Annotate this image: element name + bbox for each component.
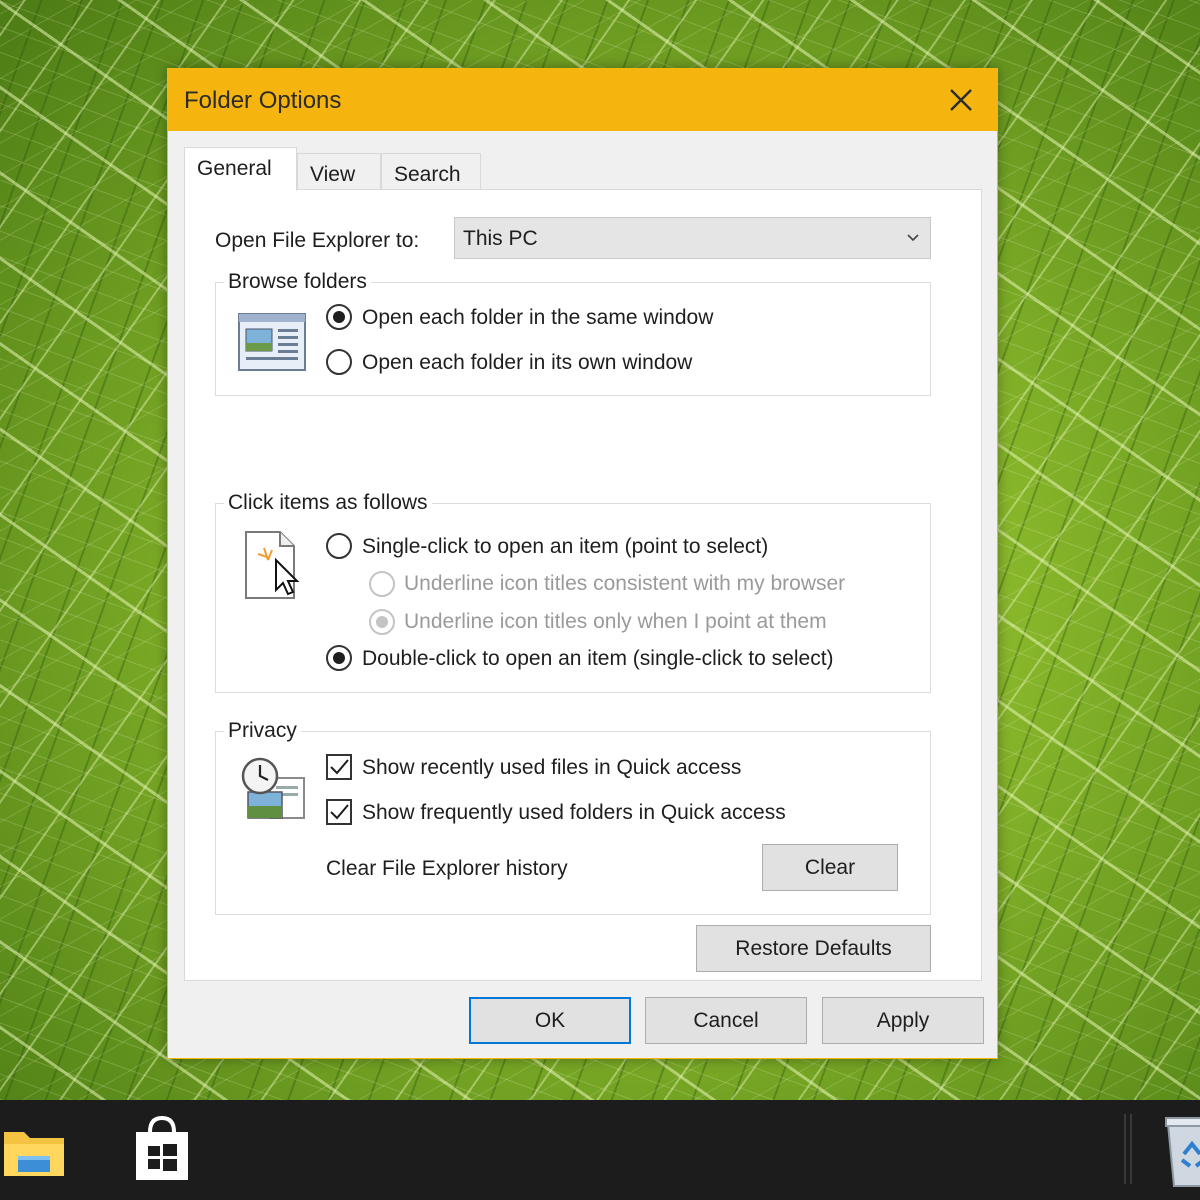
radio-underline-point[interactable] (369, 609, 395, 635)
privacy-clock-icon (241, 757, 305, 819)
dialog-title: Folder Options (184, 87, 342, 114)
restore-defaults-button[interactable]: Restore Defaults (696, 925, 931, 972)
store-icon (136, 1115, 188, 1180)
recycle-bin-icon (1165, 1117, 1200, 1187)
frequent-folders-label: Show frequently used folders in Quick ac… (362, 801, 786, 824)
tab-general[interactable]: General (184, 147, 297, 191)
file-explorer-taskbar-button[interactable] (0, 1114, 72, 1186)
checkbox-frequent-folders[interactable] (326, 799, 352, 825)
tab-search[interactable]: Search (381, 153, 481, 189)
chevron-down-icon (907, 234, 919, 242)
pointer-document-icon (245, 531, 300, 599)
apply-button[interactable]: Apply (822, 997, 984, 1044)
clear-history-button[interactable]: Clear (762, 844, 898, 891)
browse-folders-title: Browse folders (224, 270, 371, 294)
cancel-button[interactable]: Cancel (645, 997, 807, 1044)
open-explorer-value: This PC (463, 227, 538, 250)
checkmark-icon (330, 759, 349, 775)
tab-view-label: View (310, 163, 356, 186)
browse-folders-icon (238, 313, 306, 371)
single-click-label: Single-click to open an item (point to s… (362, 535, 769, 558)
close-button[interactable] (925, 69, 997, 131)
recycle-bin-button[interactable] (1156, 1110, 1200, 1190)
same-window-label: Open each folder in the same window (362, 306, 714, 329)
checkmark-icon (330, 804, 349, 820)
tab-general-label: General (197, 157, 272, 180)
privacy-group: Privacy Show recently used files in Quic… (215, 719, 931, 915)
general-tab-panel: Open File Explorer to: This PC Browse fo… (184, 189, 982, 981)
tab-view[interactable]: View (297, 153, 381, 189)
radio-single-click[interactable] (326, 533, 352, 559)
title-bar[interactable]: Folder Options (168, 69, 997, 131)
recent-files-label: Show recently used files in Quick access (362, 756, 742, 779)
file-explorer-icon (4, 1132, 64, 1176)
radio-underline-browser[interactable] (369, 571, 395, 597)
tab-search-label: Search (394, 163, 461, 186)
open-explorer-dropdown[interactable]: This PC (454, 217, 931, 259)
taskbar-divider (1124, 1114, 1126, 1184)
click-items-group: Click items as follows Single-click to o… (215, 491, 931, 693)
close-icon (950, 89, 972, 111)
ok-button[interactable]: OK (469, 997, 631, 1044)
privacy-title: Privacy (224, 719, 301, 743)
taskbar (0, 1100, 1200, 1200)
radio-double-click[interactable] (326, 645, 352, 671)
radio-own-window[interactable] (326, 349, 352, 375)
underline-point-label: Underline icon titles only when I point … (404, 610, 827, 633)
clear-history-label: Clear File Explorer history (326, 857, 568, 880)
radio-same-window[interactable] (326, 304, 352, 330)
folder-options-dialog: Folder Options General View Search Open … (167, 68, 998, 1059)
underline-browser-label: Underline icon titles consistent with my… (404, 572, 846, 595)
own-window-label: Open each folder in its own window (362, 351, 693, 374)
open-explorer-label: Open File Explorer to: (215, 229, 420, 252)
checkbox-recent-files[interactable] (326, 754, 352, 780)
store-taskbar-button[interactable] (120, 1108, 200, 1192)
double-click-label: Double-click to open an item (single-cli… (362, 647, 834, 670)
browse-folders-group: Browse folders Open each folder in the s… (215, 270, 931, 396)
taskbar-divider (1130, 1114, 1132, 1184)
click-items-title: Click items as follows (224, 491, 432, 515)
